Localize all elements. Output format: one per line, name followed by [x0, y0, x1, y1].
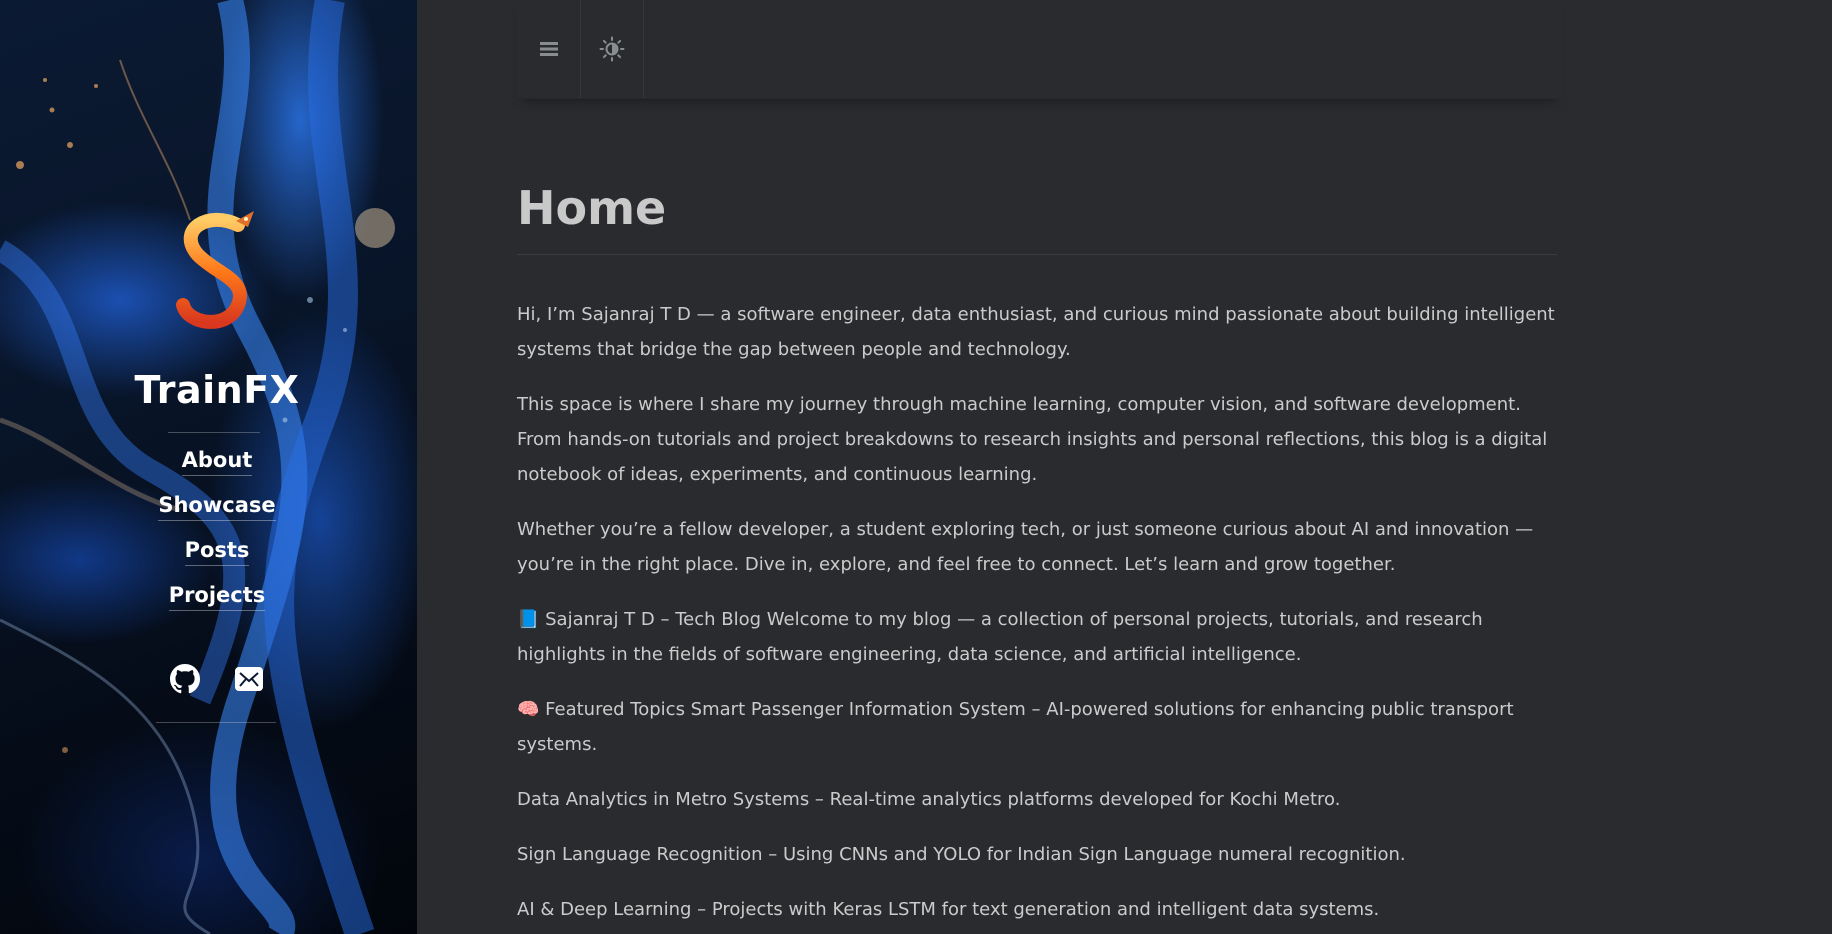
github-icon[interactable] [170, 664, 201, 694]
github-icon-svg [170, 664, 201, 694]
topic-data-analytics: Data Analytics in Metro Systems – Real-t… [517, 789, 1341, 810]
menu-icon [539, 42, 558, 56]
nav-link-about-label: About [181, 446, 253, 476]
topic-sign-language: Sign Language Recognition – Using CNNs a… [517, 844, 1406, 865]
menu-button[interactable] [517, 0, 581, 98]
email-icon[interactable] [234, 664, 264, 694]
welcome-paragraph: Whether you’re a fellow developer, a stu… [517, 519, 1534, 575]
page-title: Home [517, 176, 1557, 255]
journey-paragraph: This space is where I share my journey t… [517, 394, 1548, 485]
dragon-logo-icon [176, 211, 254, 329]
nav-link-showcase[interactable]: Showcase [0, 491, 417, 536]
title-divider [168, 432, 260, 433]
nav-link-projects[interactable]: Projects [0, 581, 417, 626]
main-content-area: Home Hi, I’m Sajanraj T D — a software e… [417, 0, 1832, 934]
theme-toggle-button[interactable] [580, 0, 644, 98]
top-toolbar [517, 0, 1562, 99]
nav-link-showcase-label: Showcase [158, 491, 276, 521]
email-icon-svg [234, 667, 263, 691]
social-links [0, 664, 417, 694]
sidebar: TrainFX About Showcase Posts Projects [0, 0, 417, 934]
nav-link-posts[interactable]: Posts [0, 536, 417, 581]
topic-ai-deep-learning: AI & Deep Learning – Projects with Keras… [517, 899, 1380, 920]
sidebar-nav: About Showcase Posts Projects [0, 446, 417, 626]
article: Home Hi, I’m Sajanraj T D — a software e… [517, 176, 1557, 927]
nav-link-projects-label: Projects [168, 581, 266, 611]
featured-topics-paragraph: 🧠 Featured Topics Smart Passenger Inform… [517, 699, 1514, 755]
nav-link-about[interactable]: About [0, 446, 417, 491]
theme-toggle-icon [599, 36, 624, 62]
social-divider [156, 722, 276, 723]
blog-intro-paragraph: 📘 Sajanraj T D – Tech Blog Welcome to my… [517, 609, 1483, 665]
intro-paragraph: Hi, I’m Sajanraj T D — a software engine… [517, 304, 1555, 360]
site-title[interactable]: TrainFX [0, 368, 417, 412]
site-logo[interactable] [168, 205, 268, 335]
nav-link-posts-label: Posts [184, 536, 250, 566]
